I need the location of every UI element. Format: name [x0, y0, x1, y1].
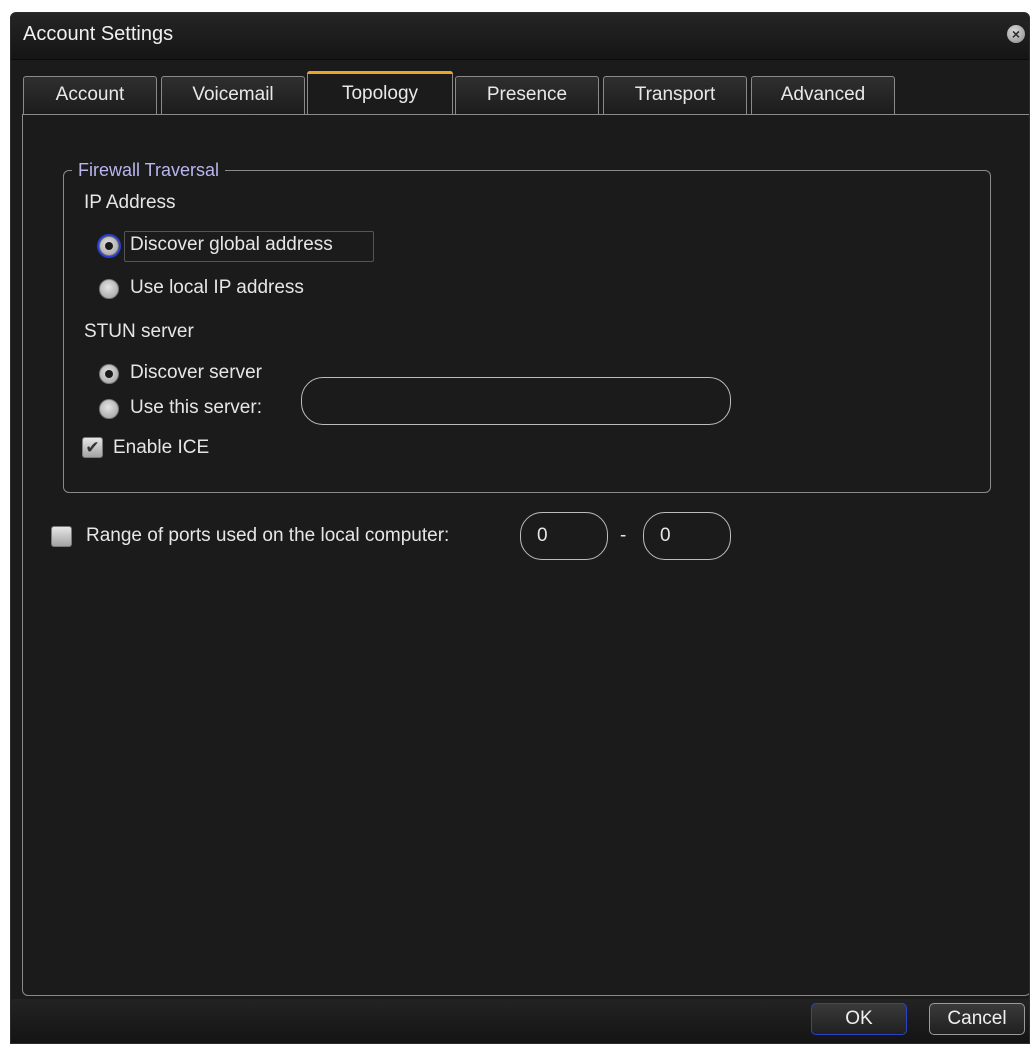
- use-local-ip-radio[interactable]: [99, 279, 119, 299]
- use-local-ip-label[interactable]: Use local IP address: [130, 277, 304, 299]
- window-title: Account Settings: [23, 23, 174, 45]
- enable-ice-checkbox[interactable]: ✔: [82, 437, 103, 458]
- tab-presence[interactable]: Presence: [455, 76, 599, 114]
- port-from-input[interactable]: [520, 512, 608, 560]
- account-settings-dialog: Account Settings × Account Voicemail Top…: [10, 12, 1030, 1044]
- title-bar[interactable]: Account Settings ×: [11, 13, 1029, 60]
- port-range-separator: -: [620, 525, 627, 546]
- cancel-button[interactable]: Cancel: [929, 1003, 1025, 1035]
- dialog-footer: OK Cancel: [11, 999, 1029, 1043]
- use-this-server-radio[interactable]: [99, 399, 119, 419]
- tab-account[interactable]: Account: [23, 76, 157, 114]
- port-to-input[interactable]: [643, 512, 731, 560]
- discover-global-address-label[interactable]: Discover global address: [130, 234, 333, 256]
- port-range-label[interactable]: Range of ports used on the local compute…: [86, 525, 449, 547]
- use-this-server-label[interactable]: Use this server:: [130, 397, 262, 419]
- tab-voicemail[interactable]: Voicemail: [161, 76, 305, 114]
- stun-server-heading: STUN server: [84, 321, 194, 342]
- discover-server-label[interactable]: Discover server: [130, 362, 262, 384]
- discover-global-address-radio[interactable]: [99, 236, 119, 256]
- tab-transport[interactable]: Transport: [603, 76, 747, 114]
- stun-server-input[interactable]: [301, 377, 731, 425]
- tab-topology[interactable]: Topology: [307, 71, 453, 116]
- discover-server-radio[interactable]: [99, 364, 119, 384]
- ip-address-heading: IP Address: [84, 192, 176, 213]
- group-legend: Firewall Traversal: [72, 160, 226, 181]
- tab-advanced[interactable]: Advanced: [751, 76, 895, 114]
- ok-button[interactable]: OK: [811, 1003, 907, 1035]
- port-range-checkbox[interactable]: [51, 526, 72, 547]
- topology-panel: Firewall Traversal IP Address Discover g…: [22, 114, 1029, 996]
- close-icon[interactable]: ×: [1007, 25, 1025, 43]
- enable-ice-label[interactable]: Enable ICE: [113, 437, 209, 459]
- firewall-traversal-group: Firewall Traversal IP Address Discover g…: [63, 160, 991, 493]
